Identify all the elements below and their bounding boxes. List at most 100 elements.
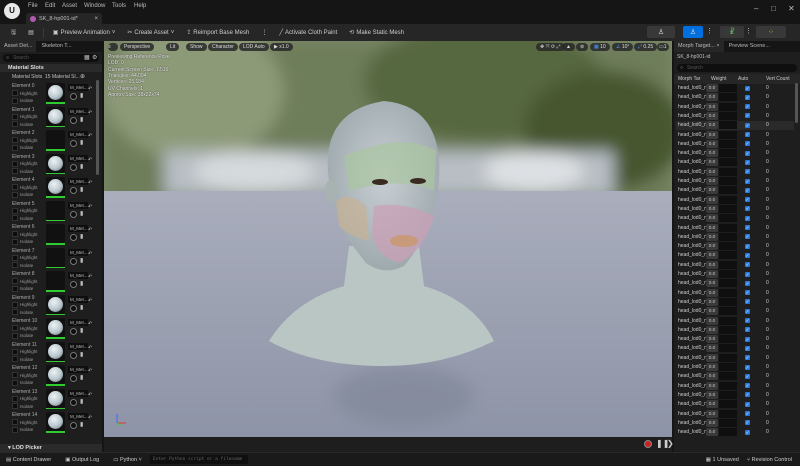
minimize-icon[interactable]: – — [754, 4, 758, 13]
morph-target-row[interactable]: head_lod0_m 0.0 ✓ 0 — [676, 390, 794, 400]
browse-folder-icon[interactable]: ▮ — [80, 139, 83, 146]
auto-checkbox[interactable]: ✓ — [745, 308, 750, 314]
highlight-checkbox[interactable] — [12, 90, 18, 96]
menu-file[interactable]: File — [28, 3, 38, 9]
browse-folder-icon[interactable]: ▮ — [80, 186, 83, 193]
weight-field[interactable]: 0.0 — [706, 325, 718, 334]
auto-checkbox[interactable]: ✓ — [745, 206, 750, 212]
show-button[interactable]: Show — [186, 43, 207, 51]
weight-field[interactable]: 0.0 — [706, 297, 718, 306]
material-name-field[interactable]: M_Met... — [68, 84, 88, 91]
weight-slider[interactable] — [719, 409, 737, 418]
weight-field[interactable]: 0.0 — [706, 307, 718, 316]
auto-checkbox[interactable]: ✓ — [745, 392, 750, 398]
weight-slider[interactable] — [719, 93, 737, 102]
weight-slider[interactable] — [719, 390, 737, 399]
weight-field[interactable]: 0.0 — [706, 344, 718, 353]
reset-arrow-icon[interactable]: ↶ — [88, 133, 92, 139]
transform-tools[interactable]: ✥ ⤧ ⟳ ⤢ — [536, 43, 565, 51]
morph-target-row[interactable]: head_lod0_m 0.0 ✓ 0 — [676, 409, 794, 419]
material-thumbnail[interactable] — [46, 177, 65, 196]
auto-checkbox[interactable]: ✓ — [745, 373, 750, 379]
reset-arrow-icon[interactable]: ↶ — [88, 298, 92, 304]
morph-target-row[interactable]: head_lod0_m 0.0 ✓ 0 — [676, 232, 794, 242]
browse-folder-icon[interactable]: ▮ — [80, 351, 83, 358]
auto-checkbox[interactable]: ✓ — [745, 383, 750, 389]
material-name-field[interactable]: M_Met... — [68, 389, 88, 397]
weight-slider[interactable] — [719, 102, 737, 111]
weight-field[interactable]: 0.0 — [706, 418, 718, 427]
material-name-field[interactable]: M_Met... — [68, 154, 88, 162]
morph-target-row[interactable]: head_lod0_m 0.0 ✓ 0 — [676, 158, 794, 167]
weight-slider[interactable] — [719, 260, 737, 269]
morph-target-row[interactable]: head_lod0_m 0.0 ✓ 0 — [676, 214, 794, 223]
morph-target-row[interactable]: head_lod0_m 0.0 ✓ 0 — [676, 335, 794, 344]
material-thumbnail[interactable] — [46, 247, 65, 267]
browse-folder-icon[interactable]: ▮ — [80, 304, 83, 311]
weight-field[interactable]: 0.0 — [706, 214, 718, 223]
highlight-checkbox[interactable] — [12, 395, 18, 402]
weight-slider[interactable] — [719, 335, 737, 344]
morph-target-row[interactable]: head_lod0_m 0.0 ✓ 0 — [676, 139, 794, 149]
table-view-icon[interactable]: ▦ — [84, 54, 90, 61]
use-selected-icon[interactable] — [70, 257, 77, 265]
menu-tools[interactable]: Tools — [112, 3, 126, 9]
weight-slider[interactable] — [719, 177, 737, 185]
save-icon[interactable]: 🖫 — [8, 28, 19, 38]
weight-slider[interactable] — [719, 204, 737, 213]
highlight-checkbox[interactable] — [12, 348, 18, 355]
material-name-field[interactable]: M_Met... — [68, 201, 88, 209]
morph-target-row[interactable]: head_lod0_m 0.0 ✓ 0 — [676, 186, 794, 195]
material-name-field[interactable]: M_Met... — [68, 295, 88, 303]
weight-slider[interactable] — [719, 121, 737, 130]
menu-edit[interactable]: Edit — [45, 3, 55, 9]
weight-field[interactable]: 0.0 — [706, 186, 718, 195]
auto-checkbox[interactable]: ✓ — [745, 113, 750, 119]
auto-checkbox[interactable]: ✓ — [745, 234, 750, 240]
weight-field[interactable]: 0.0 — [706, 149, 718, 158]
weight-slider[interactable] — [719, 139, 737, 148]
highlight-checkbox[interactable] — [12, 184, 18, 190]
material-thumbnail[interactable] — [46, 153, 65, 173]
auto-checkbox[interactable]: ✓ — [745, 215, 750, 221]
morph-target-row[interactable]: head_lod0_m 0.0 ✓ 0 — [676, 344, 794, 353]
weight-field[interactable]: 0.0 — [706, 353, 718, 362]
use-selected-icon[interactable] — [70, 116, 77, 124]
highlight-checkbox[interactable] — [12, 207, 18, 214]
browse-icon[interactable]: ▤ — [25, 29, 37, 36]
activate-cloth-button[interactable]: ╱ Activate Cloth Paint — [276, 29, 340, 37]
weight-slider[interactable] — [719, 223, 737, 232]
morph-target-row[interactable]: head_lod0_m 0.0 ✓ 0 — [676, 353, 794, 363]
weight-field[interactable]: 0.0 — [706, 102, 718, 111]
weight-field[interactable]: 0.0 — [706, 204, 718, 213]
auto-checkbox[interactable]: ✓ — [745, 355, 750, 361]
morph-target-row[interactable]: head_lod0_m 0.0 ✓ 0 — [676, 270, 794, 279]
auto-checkbox[interactable]: ✓ — [745, 318, 750, 323]
world-local-icon[interactable]: ⊚ — [576, 43, 589, 51]
weight-slider[interactable] — [719, 242, 737, 251]
auto-checkbox[interactable]: ✓ — [745, 252, 750, 258]
weight-field[interactable]: 0.0 — [706, 139, 718, 148]
record-icon[interactable] — [644, 440, 652, 448]
auto-checkbox[interactable]: ✓ — [745, 420, 750, 426]
use-selected-icon[interactable] — [70, 304, 77, 312]
weight-slider[interactable] — [719, 344, 737, 353]
tab-preview-scene[interactable]: Preview Scene... — [724, 41, 774, 52]
weight-slider[interactable] — [719, 418, 737, 427]
auto-checkbox[interactable]: ✓ — [745, 159, 750, 165]
morph-target-row[interactable]: head_lod0_m 0.0 ✓ 0 — [676, 93, 794, 102]
weight-field[interactable]: 0.0 — [706, 232, 718, 241]
material-name-field[interactable]: M_Met... — [68, 178, 88, 185]
isolate-checkbox[interactable] — [12, 285, 18, 292]
reset-arrow-icon[interactable]: ↶ — [88, 415, 92, 421]
highlight-checkbox[interactable] — [12, 160, 18, 167]
highlight-checkbox[interactable] — [12, 278, 18, 284]
column-vert-count[interactable]: Vert Count — [766, 76, 790, 82]
morph-target-row[interactable]: head_lod0_m 0.0 ✓ 0 — [676, 428, 794, 437]
reset-arrow-icon[interactable]: ↶ — [88, 157, 92, 163]
auto-checkbox[interactable]: ✓ — [745, 187, 750, 193]
reset-arrow-icon[interactable]: ↶ — [88, 321, 92, 327]
weight-slider[interactable] — [719, 363, 737, 371]
material-name-field[interactable]: M_Met... — [68, 225, 88, 232]
use-selected-icon[interactable] — [70, 234, 77, 241]
